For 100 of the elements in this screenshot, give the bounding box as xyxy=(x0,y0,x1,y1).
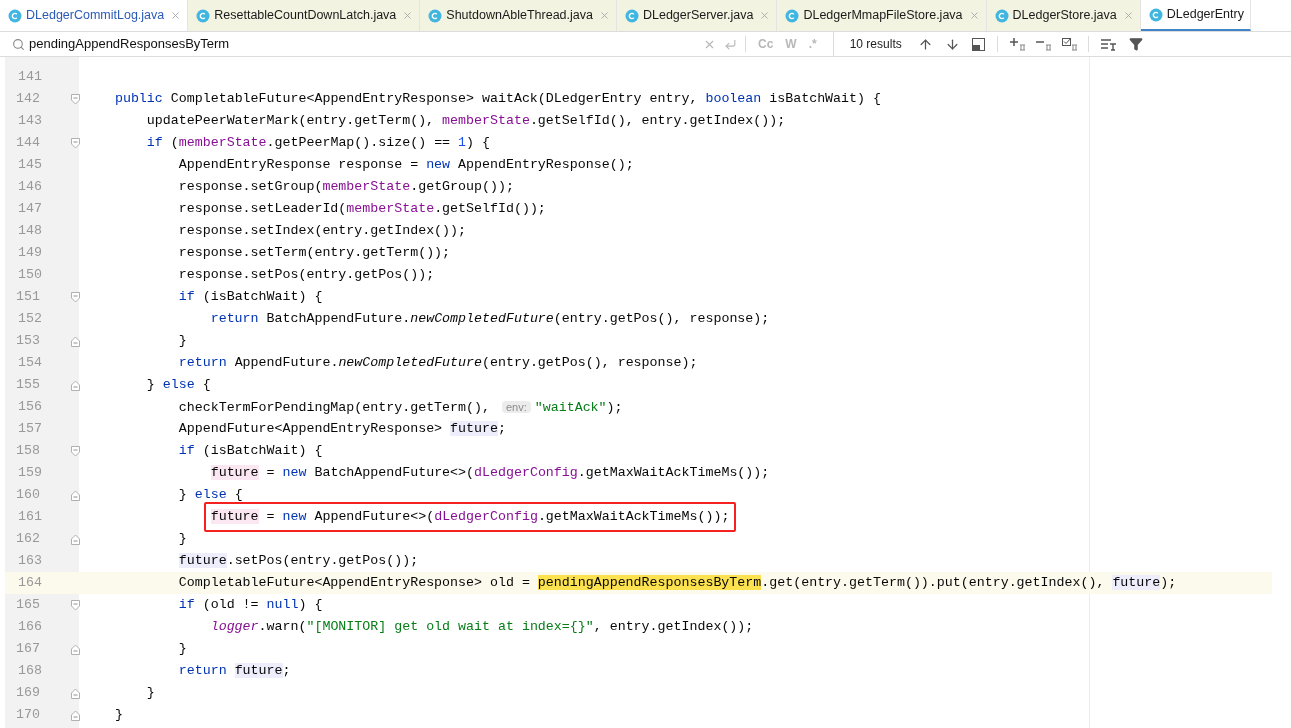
editor-tab[interactable]: ShutdownAbleThread.java xyxy=(420,0,617,31)
code-line: checkTermForPendingMap(entry.getTerm(), env: "waitAck"); xyxy=(177,398,623,417)
class-icon xyxy=(196,8,211,23)
code-line: if (old != null) { xyxy=(177,596,323,614)
newline-icon[interactable] xyxy=(724,37,737,51)
next-icon[interactable] xyxy=(944,36,960,52)
code-line: response.setPos(entry.getPos()); xyxy=(177,266,435,284)
editor-tab[interactable]: ResettableCountDownLatch.java xyxy=(188,0,421,31)
filter-icon[interactable] xyxy=(1128,37,1143,51)
code-line: if (isBatchWait) { xyxy=(177,288,323,306)
code-line: AppendEntryResponse response = new AppendEntryResponse(); xyxy=(177,156,634,174)
filter-lines-icon[interactable] xyxy=(1100,37,1117,51)
search-field[interactable]: pendingAppendResponsesByTerm xyxy=(0,32,695,56)
line-number: 148 xyxy=(17,222,42,241)
code-line: future = new AppendFuture<>(dLedgerConfig.getMaxWaitAckTimeMs()); xyxy=(209,508,730,526)
fold-icon[interactable] xyxy=(71,335,80,347)
code-line: return BatchAppendFuture.newCompletedFuture(entry.getPos(), response); xyxy=(209,310,770,328)
editor-tab[interactable]: DLedgerMmapFileStore.java xyxy=(777,0,987,31)
fold-icon[interactable] xyxy=(71,489,80,501)
close-icon[interactable] xyxy=(1122,10,1134,21)
code-line: logger.warn("[MONITOR] get old wait at index={}", entry.getIndex()); xyxy=(209,618,754,636)
line-number: 162 xyxy=(15,530,40,549)
code-line: updatePeerWaterMark(entry.getTerm(), memberState.getSelfId(), entry.getIndex()); xyxy=(145,112,786,130)
class-icon xyxy=(428,8,443,23)
line-number: 156 xyxy=(17,398,42,417)
fold-icon[interactable] xyxy=(71,445,80,457)
line-number: 142 xyxy=(15,90,40,109)
fold-icon[interactable] xyxy=(71,93,80,105)
close-icon[interactable] xyxy=(968,10,980,21)
add-occurrence-icon[interactable] xyxy=(1009,37,1028,51)
line-number: 154 xyxy=(17,354,42,373)
fold-icon[interactable] xyxy=(71,379,80,391)
code-line: if (isBatchWait) { xyxy=(177,442,323,460)
class-icon xyxy=(1148,7,1163,22)
class-icon xyxy=(8,8,22,23)
line-number: 147 xyxy=(17,200,42,219)
code-line: } else { xyxy=(145,376,211,394)
fold-icon[interactable] xyxy=(71,643,80,655)
line-number: 141 xyxy=(17,68,42,87)
code-line: } xyxy=(177,640,187,658)
line-number: 167 xyxy=(15,640,40,659)
line-number: 159 xyxy=(17,464,42,483)
code-line: return AppendFuture.newCompletedFuture(entry.getPos(), response); xyxy=(177,354,698,372)
fold-icon[interactable] xyxy=(71,291,80,303)
line-number: 169 xyxy=(15,684,40,703)
code-line: response.setLeaderId(memberState.getSelfId()); xyxy=(177,200,546,218)
fold-icon[interactable] xyxy=(71,687,80,699)
class-icon xyxy=(624,8,639,23)
class-icon xyxy=(785,8,800,23)
code-line: CompletableFuture<AppendEntryResponse> old = pendingAppendResponsesByTerm.get(entry.getTerm()).put(entry.getIndex(), future); xyxy=(177,574,1177,592)
close-icon[interactable] xyxy=(402,10,414,21)
line-number: 153 xyxy=(15,332,40,351)
line-number: 152 xyxy=(17,310,42,329)
line-number: 151 xyxy=(15,288,40,307)
code-line: return future; xyxy=(177,662,291,680)
class-icon xyxy=(994,8,1009,23)
previous-icon[interactable] xyxy=(917,36,933,52)
code-line: } xyxy=(145,684,155,702)
line-number: 161 xyxy=(17,508,42,527)
code-line: } xyxy=(177,332,187,350)
code-line: } else { xyxy=(177,486,243,504)
line-number: 146 xyxy=(17,178,42,197)
line-number: 155 xyxy=(15,376,40,395)
line-number: 170 xyxy=(15,706,40,725)
line-number: 160 xyxy=(15,486,40,505)
line-number: 164 xyxy=(17,574,42,593)
line-number: 143 xyxy=(17,112,42,131)
code-line: response.setTerm(entry.getTerm()); xyxy=(177,244,451,262)
editor-tab[interactable]: DLedgerServer.java xyxy=(616,0,778,31)
line-number: 168 xyxy=(17,662,42,681)
code-line: future = new BatchAppendFuture<>(dLedgerConfig.getMaxWaitAckTimeMs()); xyxy=(209,464,770,482)
search-icon[interactable] xyxy=(12,37,25,51)
close-icon[interactable] xyxy=(598,10,610,21)
code-line: public CompletableFuture<AppendEntryResponse> waitAck(DLedgerEntry entry, boolean isBatchWait) { xyxy=(113,90,881,108)
code-line: if (memberState.getPeerMap().size() == 1) { xyxy=(145,134,490,152)
line-number: 166 xyxy=(17,618,42,637)
line-number: 145 xyxy=(17,156,42,175)
editor-tab[interactable]: DLedgerEntry xyxy=(1140,0,1251,31)
editor-tab[interactable]: DLedgerStore.java xyxy=(986,0,1141,31)
code-line: response.setGroup(memberState.getGroup()); xyxy=(177,178,514,196)
code-line: future.setPos(entry.getPos()); xyxy=(177,552,419,570)
line-number: 165 xyxy=(15,596,40,615)
fold-icon[interactable] xyxy=(71,599,80,611)
code-line: } xyxy=(177,530,187,548)
close-icon[interactable] xyxy=(759,10,771,21)
line-number: 150 xyxy=(17,266,42,285)
results-count: 10 results xyxy=(849,36,902,53)
fold-icon[interactable] xyxy=(71,709,80,721)
line-number: 157 xyxy=(17,420,42,439)
line-number: 163 xyxy=(17,552,42,571)
window-icon[interactable] xyxy=(971,37,985,51)
fold-icon[interactable] xyxy=(71,137,80,149)
code-line: AppendFuture<AppendEntryResponse> future; xyxy=(177,420,506,438)
line-number: 149 xyxy=(17,244,42,263)
line-number: 144 xyxy=(15,134,40,153)
fold-icon[interactable] xyxy=(71,533,80,545)
code-line: } xyxy=(113,706,123,724)
close-icon[interactable] xyxy=(170,10,182,21)
code-line: response.setIndex(entry.getIndex()); xyxy=(177,222,467,240)
select-all-icon[interactable] xyxy=(1061,37,1080,51)
